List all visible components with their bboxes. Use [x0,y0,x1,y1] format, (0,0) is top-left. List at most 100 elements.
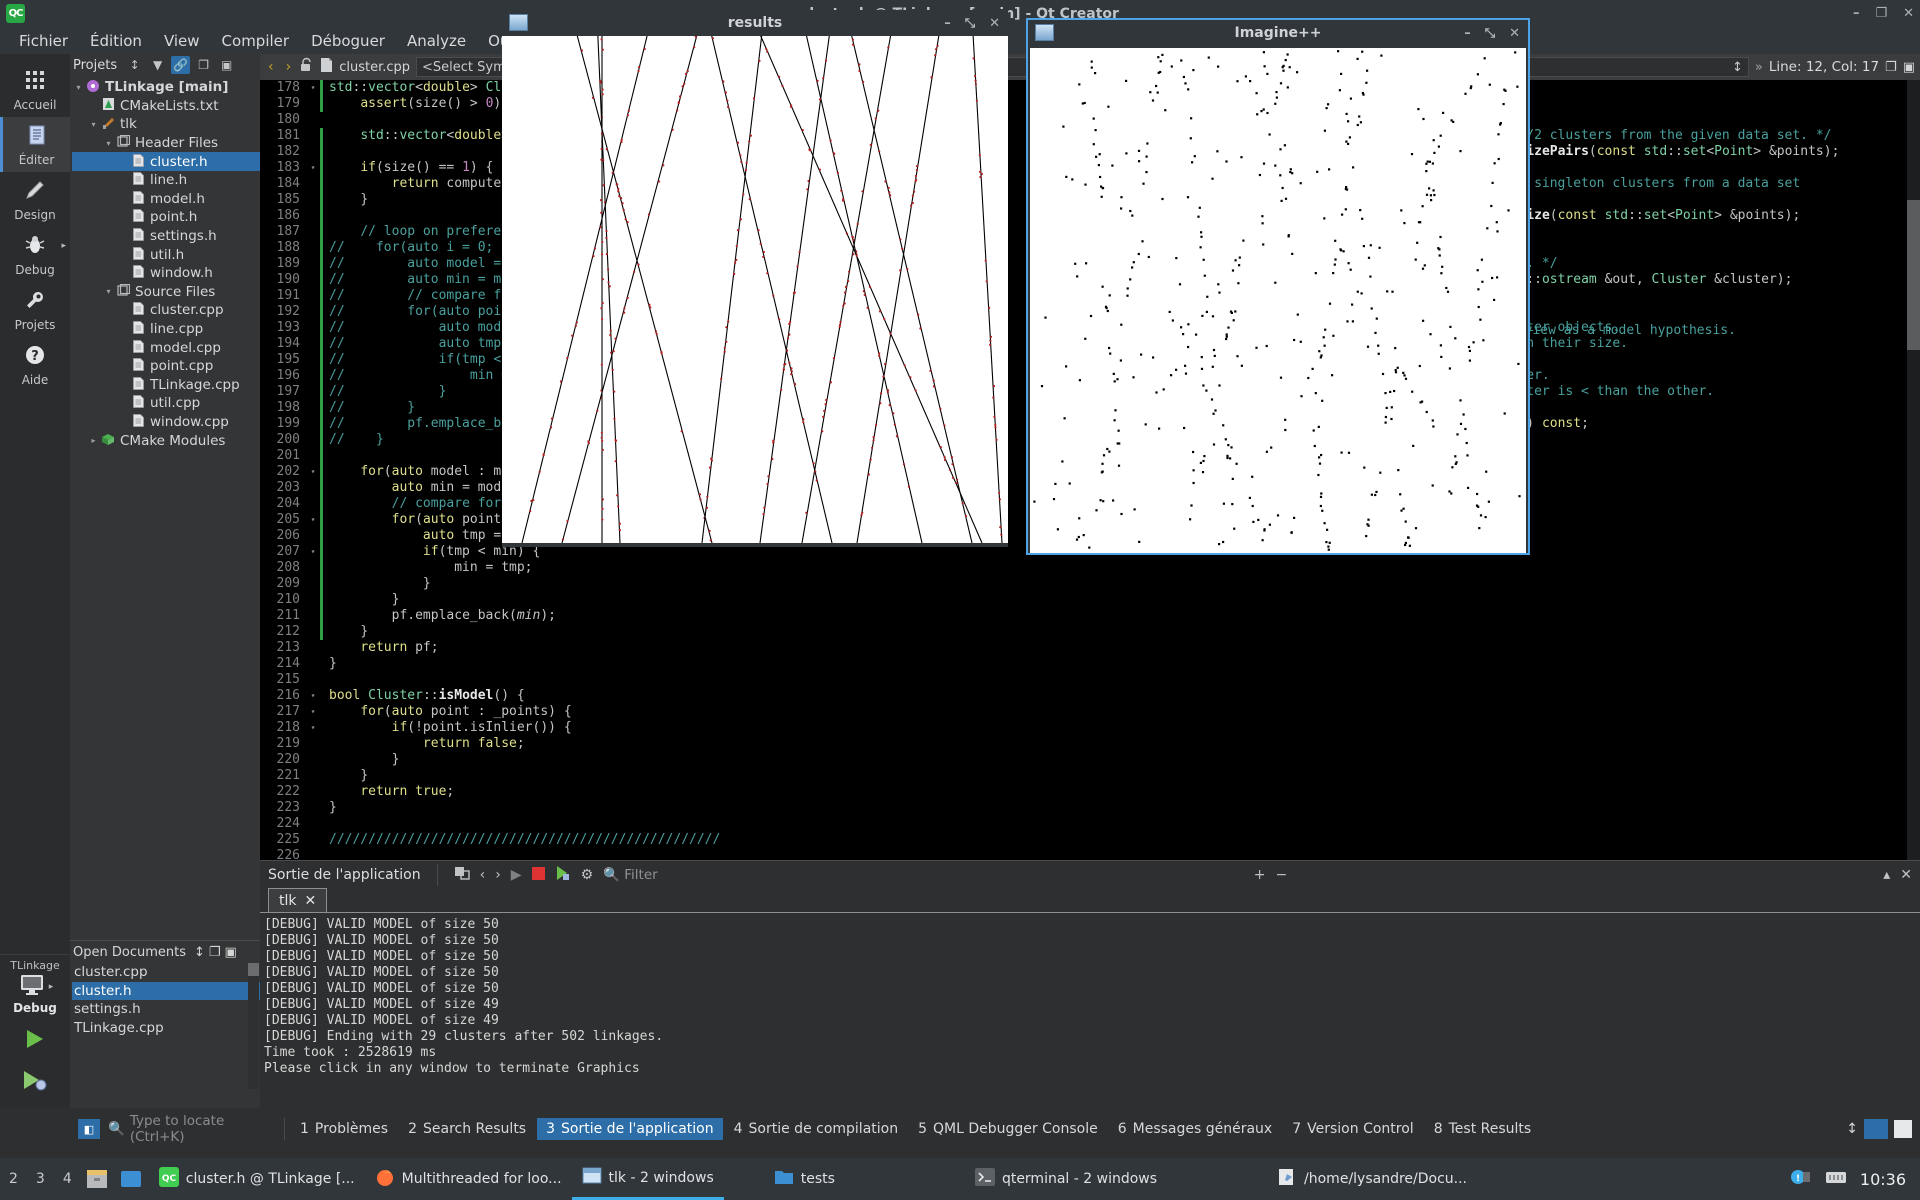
fold-marker-icon[interactable] [306,432,320,448]
imagine-window-controls[interactable]: – ⤡ ✕ [1464,26,1520,41]
code-text[interactable]: } [323,752,399,768]
fold-marker-icon[interactable] [306,784,320,800]
code-text[interactable]: return false; [323,736,525,752]
project-tree-item-util-cpp[interactable]: util.cpp [72,394,260,413]
code-text[interactable]: } [323,768,368,784]
project-tree-item-cmake-modules[interactable]: ▸CMake Modules [72,431,260,450]
project-tree[interactable]: ▾TLinkage [main]CMakeLists.txt▾tlk▾Heade… [70,76,260,450]
progress-icon[interactable] [1864,1119,1888,1139]
project-tree-item-util-h[interactable]: util.h [72,245,260,264]
mode-accueil[interactable]: Accueil [0,62,70,117]
code-text[interactable]: } [323,592,399,608]
code-text[interactable]: // if(tmp < m [323,352,517,368]
task-qterminal[interactable]: qterminal - 2 windows [965,1158,1167,1200]
sidebar-toggle-icon[interactable]: ◧ [78,1119,100,1139]
code-line[interactable]: 218▾ if(!point.isInlier()) { [260,720,1080,736]
scrollbar-thumb[interactable] [1907,200,1920,350]
chevron-right-icon[interactable]: ▸ [61,241,66,251]
fold-marker-icon[interactable]: ▾ [306,512,320,528]
expand-arrow-icon[interactable]: ▾ [102,287,115,296]
fold-marker-icon[interactable] [306,528,320,544]
output-selector-tabs[interactable]: 1Problèmes2Search Results3Sortie de l'ap… [291,1118,1540,1140]
code-text[interactable]: pf.emplace_back(min); [323,608,556,624]
statusbar-tab-4[interactable]: 4Sortie de compilation [725,1118,908,1140]
code-text[interactable]: // auto min = mod [323,272,517,288]
open-document-item[interactable]: cluster.h [72,982,260,1001]
code-line[interactable]: 219 return false; [260,736,1080,752]
expand-arrow-icon[interactable]: ▾ [102,139,115,148]
desktop-3[interactable]: 3 [27,1171,54,1187]
fold-marker-icon[interactable] [306,592,320,608]
desktop-2[interactable]: 2 [0,1171,27,1187]
close-split-icon[interactable]: ▣ [1903,60,1915,75]
project-tree-item-model-cpp[interactable]: model.cpp [72,338,260,357]
fold-marker-icon[interactable] [306,480,320,496]
output-tab-tlk[interactable]: tlk ✕ [268,888,327,912]
fold-marker-icon[interactable] [306,208,320,224]
fold-marker-icon[interactable]: ▾ [306,688,320,704]
menu-compiler[interactable]: Compiler [211,29,301,53]
close-icon[interactable]: ✕ [1509,26,1520,41]
window-controls[interactable]: – ❐ ✕ [1853,0,1914,27]
close-icon[interactable]: ✕ [1903,6,1914,21]
fold-marker-icon[interactable]: ▾ [306,544,320,560]
next-icon[interactable]: › [495,867,501,883]
fold-marker-icon[interactable] [306,192,320,208]
fold-marker-icon[interactable] [306,288,320,304]
code-text[interactable]: // } [323,400,415,416]
code-text[interactable]: // auto model [323,320,517,336]
fold-marker-icon[interactable] [306,176,320,192]
project-tree-item-source-files[interactable]: ▾Source Files [72,283,260,302]
menu-view[interactable]: View [153,29,211,53]
editor-right-scrollbar[interactable] [1907,80,1920,860]
output-pane-header[interactable]: Sortie de l'application ‹ › ▶ ⚙ 🔍 Filter… [260,861,1920,889]
fold-marker-icon[interactable] [306,112,320,128]
maximize-icon[interactable]: ❐ [1875,6,1887,21]
code-text[interactable]: // loop on preferenc [323,224,517,240]
code-text[interactable]: } [323,576,431,592]
fold-marker-icon[interactable] [306,304,320,320]
fold-marker-icon[interactable] [306,848,320,860]
output-text[interactable]: [DEBUG] VALID MODEL of size 50[DEBUG] VA… [260,913,1920,1077]
statusbar-tab-5[interactable]: 5QML Debugger Console [909,1118,1107,1140]
task-qt-creator[interactable]: QC cluster.h @ TLinkage [... [149,1158,365,1200]
project-tree-item-window-h[interactable]: window.h [72,264,260,283]
menu-fichier[interactable]: Fichier [8,29,79,53]
project-tree-item-point-h[interactable]: point.h [72,208,260,227]
mode-selector[interactable]: Accueil Éditer Design Debug ▸ [0,54,70,1150]
task-firefox[interactable]: Multithreaded for loo... [365,1158,572,1200]
open-document-item[interactable]: settings.h [72,1000,260,1019]
split-icon[interactable]: ❐ [1885,60,1897,75]
open-document-item[interactable]: cluster.cpp [72,963,260,982]
fold-marker-icon[interactable] [306,496,320,512]
code-text[interactable]: return computePr [323,176,517,192]
code-line[interactable]: 222 return true; [260,784,1080,800]
project-tree-item-line-cpp[interactable]: line.cpp [72,320,260,339]
fold-marker-icon[interactable] [306,656,320,672]
code-line[interactable]: 214} [260,656,1080,672]
filter-input[interactable]: 🔍 Filter [603,867,658,883]
project-tree-item-tlk[interactable]: ▾tlk [72,115,260,134]
minimize-icon[interactable]: – [1853,6,1860,21]
statusbar-tab-3[interactable]: 3Sortie de l'application [537,1118,723,1140]
fold-marker-icon[interactable] [306,224,320,240]
notification-icon[interactable]: ! [1790,1167,1812,1191]
project-tree-item-window-cpp[interactable]: window.cpp [72,413,260,432]
statusbar-tab-6[interactable]: 6Messages généraux [1109,1118,1282,1140]
fold-marker-icon[interactable] [306,576,320,592]
fold-marker-icon[interactable] [306,624,320,640]
split-icon[interactable] [1894,1120,1912,1138]
run-icon[interactable]: ▶ [511,867,522,883]
code-text[interactable]: std::vector<double> Clus [323,80,517,96]
zoom-out-button[interactable]: − [1275,867,1287,883]
code-text[interactable]: if(!point.isInlier()) { [323,720,572,736]
forward-button[interactable]: › [283,59,295,75]
project-tree-item-point-cpp[interactable]: point.cpp [72,357,260,376]
code-text[interactable] [323,848,329,860]
split-icon[interactable]: ❐ [194,56,213,74]
project-tree-item-cmakelists-txt[interactable]: CMakeLists.txt [72,97,260,116]
minimize-icon[interactable]: – [944,16,951,31]
zoom-in-button[interactable]: + [1254,867,1266,883]
current-file-label[interactable]: cluster.cpp [339,60,410,75]
imagine-canvas[interactable] [1030,48,1526,553]
